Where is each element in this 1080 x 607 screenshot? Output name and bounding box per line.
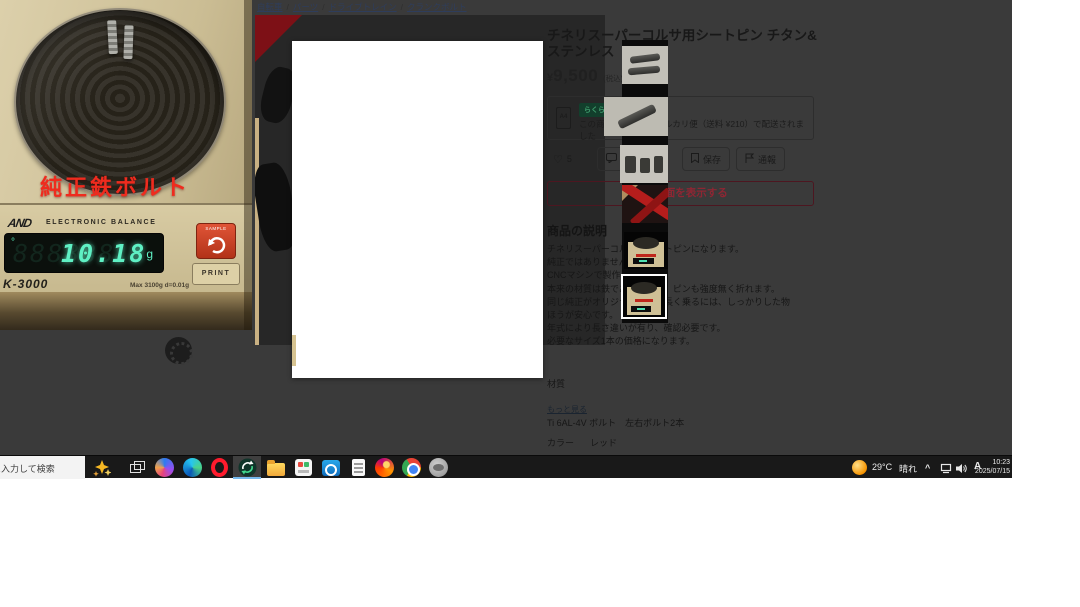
scale-model: K-3000 — [3, 277, 48, 291]
more-link[interactable]: もっと見る — [547, 404, 587, 415]
breadcrumb-link-category3[interactable]: ドライブトレイン — [329, 2, 397, 12]
breadcrumb-link-category4[interactable]: クランクボルト — [407, 2, 467, 12]
opera-icon[interactable] — [210, 458, 229, 477]
scale-front-panel: AND ELECTRONIC BALANCE ° 888888 10.18 g … — [0, 203, 252, 292]
scale-print-key: PRINT — [192, 263, 240, 285]
outlook-icon[interactable] — [321, 458, 340, 477]
weather-icon[interactable] — [852, 460, 867, 475]
gallery-thumbnail[interactable] — [604, 97, 668, 136]
bolt-pin — [107, 20, 118, 54]
clock[interactable]: 10:23 2025/07/15 — [972, 459, 1010, 476]
scale-photo-overlay: 純正鉄ボルト AND ELECTRONIC BALANCE ° 888888 1… — [0, 0, 252, 330]
like-count: 5 — [567, 154, 572, 164]
scale-sample-button: SAMPLE — [196, 223, 236, 259]
weather-condition[interactable]: 晴れ — [899, 462, 917, 475]
gallery-thumbnail[interactable] — [622, 185, 668, 223]
clock-date: 2025/07/15 — [972, 468, 1010, 477]
gallery-thumbnail-selected[interactable] — [621, 274, 667, 319]
display-weight-value: 10.18 — [61, 239, 146, 268]
clock-time: 10:23 — [972, 459, 1010, 468]
file-explorer-icon[interactable] — [266, 458, 285, 477]
report-button[interactable]: 通報 — [736, 147, 785, 171]
chrome-icon[interactable] — [402, 458, 421, 477]
photo-peek-sliver — [292, 335, 296, 366]
hidden-icons-chevron[interactable]: ^ — [925, 463, 930, 473]
breadcrumb: 自転車/パーツ/ドライブトレイン/クランクボルト — [257, 1, 467, 13]
gallery-thumbnail[interactable] — [624, 232, 668, 269]
product-title: チネリスーパーコルサ用シートピン チタン&ステンレス — [547, 28, 819, 60]
gallery-thumbnail[interactable] — [622, 46, 668, 84]
windows-taskbar: ここに入力して検索 29°C 晴れ ^ A — [0, 455, 1012, 478]
breadcrumb-link-category2[interactable]: パーツ — [293, 2, 318, 12]
scale-capacity-spec: Max 3100g d=0.01g — [130, 282, 189, 289]
description-heading: 商品の説明 — [547, 222, 607, 239]
blank-modal — [292, 41, 543, 378]
package-size-icon: A4 — [556, 107, 571, 129]
shipping-info-box: A4 らくらくメルカリ便 この商品はらくらくメルカリ便（送料 ¥210）で配送さ… — [547, 96, 814, 140]
gray-app-icon[interactable] — [429, 458, 448, 477]
network-icon[interactable] — [940, 461, 952, 479]
tiles-app-icon[interactable] — [294, 458, 313, 477]
active-browser-icon[interactable] — [238, 458, 257, 477]
save-label: 保存 — [703, 153, 721, 166]
display-unit: g — [146, 247, 153, 261]
comment-bubble-icon — [606, 153, 617, 165]
lens-icon — [165, 337, 192, 364]
bookmark-icon — [691, 153, 699, 165]
scale-brand-logo: AND — [7, 216, 32, 230]
like-button[interactable]: ♡ 5 — [553, 147, 572, 171]
screenshot-canvas: 自転車/パーツ/ドライブトレイン/クランクボルト チネリスーパーコルサ用シートピ… — [0, 0, 1080, 607]
breadcrumb-link-category1[interactable]: 自転車 — [257, 2, 283, 12]
color-value: レッド — [590, 438, 617, 448]
report-label: 通報 — [758, 153, 776, 166]
scale-brand-subtitle: ELECTRONIC BALANCE — [46, 219, 156, 226]
color-row: カラー レッド — [547, 436, 617, 449]
weather-temperature[interactable]: 29°C — [872, 462, 892, 472]
volume-icon[interactable] — [956, 461, 968, 479]
photo-caption-red: 純正鉄ボルト — [40, 170, 190, 202]
bolt-pin — [123, 25, 133, 59]
description-text: チネリスーパーコルサ用シートピンになります。 純正ではありません。 CNCマシン… — [547, 243, 847, 349]
purchase-cta-button[interactable]: 購入画面を表示する — [547, 181, 814, 206]
heart-icon: ♡ — [553, 154, 563, 165]
scale-display: ° 888888 10.18 g — [4, 233, 164, 273]
photo-edge-strip — [255, 118, 259, 345]
save-button[interactable]: 保存 — [682, 147, 730, 171]
scale-base-shadow — [0, 292, 252, 330]
task-view-icon[interactable] — [128, 458, 147, 477]
copilot-sparkle-icon[interactable] — [92, 458, 111, 477]
firefox-icon[interactable] — [375, 458, 394, 477]
price-amount: 9,500 — [553, 66, 598, 85]
taskbar-search-input[interactable]: ここに入力して検索 — [0, 456, 85, 479]
gallery-thumbnail[interactable] — [620, 145, 668, 183]
blue-green-app-icon[interactable] — [183, 458, 202, 477]
flag-icon — [745, 153, 754, 165]
pinwheel-app-icon[interactable] — [155, 458, 174, 477]
color-label: カラー — [547, 438, 574, 448]
notepad-icon[interactable] — [349, 458, 368, 477]
